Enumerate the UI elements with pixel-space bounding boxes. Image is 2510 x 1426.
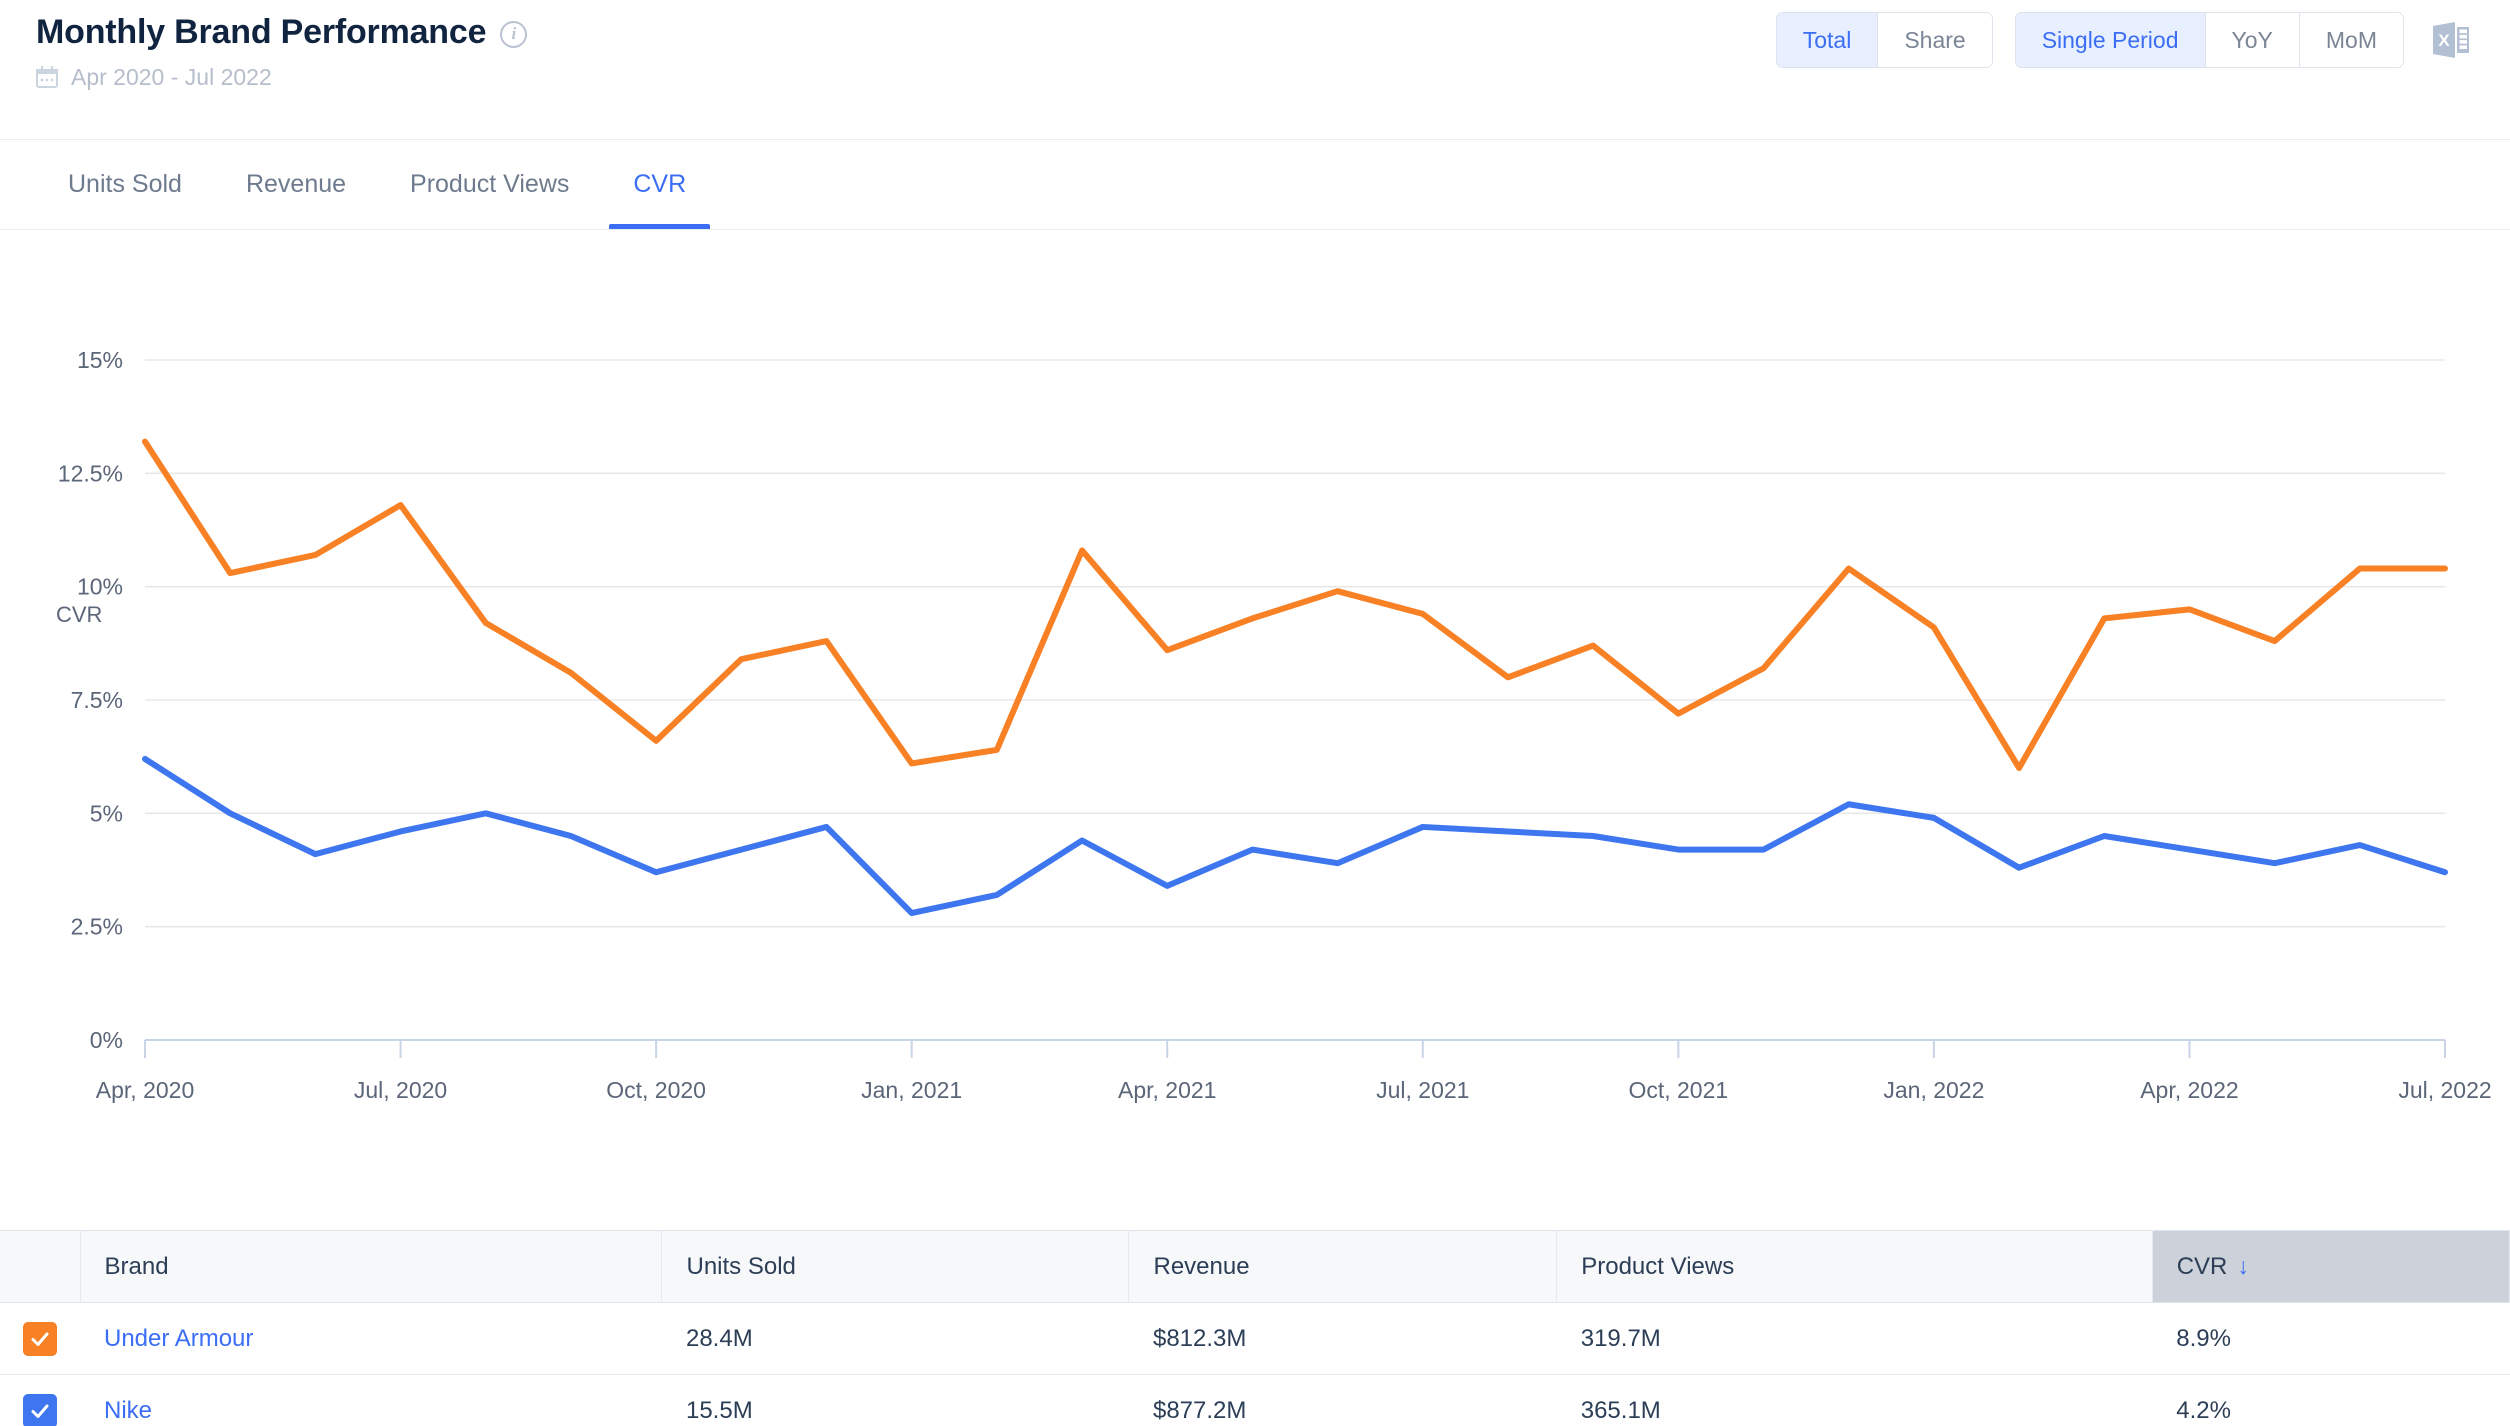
tab-units-sold[interactable]: Units Sold xyxy=(36,140,214,229)
svg-text:12.5%: 12.5% xyxy=(58,460,123,486)
column-header-cvr-label: CVR xyxy=(2176,1252,2228,1280)
brand-link-nike[interactable]: Nike xyxy=(104,1397,152,1424)
svg-text:Apr, 2021: Apr, 2021 xyxy=(1118,1077,1216,1103)
table-row[interactable]: Under Armour 28.4M $812.3M 319.7M 8.9% xyxy=(0,1302,2510,1375)
brand-link-under-armour[interactable]: Under Armour xyxy=(104,1325,253,1352)
svg-text:X: X xyxy=(2438,31,2450,50)
svg-text:Jul, 2020: Jul, 2020 xyxy=(354,1077,447,1103)
cell-revenue: $877.2M xyxy=(1128,1374,1557,1426)
svg-text:Jan, 2021: Jan, 2021 xyxy=(861,1077,962,1103)
metric-tabs: Units Sold Revenue Product Views CVR xyxy=(0,140,2510,230)
column-header-units-sold[interactable]: Units Sold xyxy=(661,1230,1130,1303)
period-mode-yoy[interactable]: YoY xyxy=(2205,13,2300,67)
svg-text:Oct, 2020: Oct, 2020 xyxy=(606,1077,706,1103)
tab-product-views[interactable]: Product Views xyxy=(378,140,601,229)
y-axis-title: CVR xyxy=(56,602,103,627)
tab-cvr[interactable]: CVR xyxy=(601,140,718,229)
metric-mode-toggle: Total Share xyxy=(1775,12,1993,68)
column-header-cvr[interactable]: CVR ↓ xyxy=(2152,1230,2510,1303)
column-header-revenue[interactable]: Revenue xyxy=(1128,1230,1558,1303)
metric-mode-total[interactable]: Total xyxy=(1776,13,1879,67)
column-header-product-views[interactable]: Product Views xyxy=(1556,1230,2153,1303)
cell-cvr: 8.9% xyxy=(2152,1302,2510,1375)
row-checkbox-nike[interactable] xyxy=(23,1393,57,1426)
cell-units-sold: 15.5M xyxy=(661,1374,1129,1426)
brand-table: Brand Units Sold Revenue Product Views C… xyxy=(0,1230,2510,1426)
cell-cvr: 4.2% xyxy=(2152,1374,2510,1426)
period-mode-single-period[interactable]: Single Period xyxy=(2015,13,2206,67)
svg-text:15%: 15% xyxy=(77,347,123,373)
row-checkbox-cell xyxy=(0,1374,80,1426)
calendar-icon xyxy=(36,66,58,89)
row-checkbox-under-armour[interactable] xyxy=(23,1321,57,1356)
svg-text:Jan, 2022: Jan, 2022 xyxy=(1883,1077,1984,1103)
row-checkbox-cell xyxy=(0,1302,80,1375)
period-mode-toggle: Single Period YoY MoM xyxy=(2014,12,2404,68)
cell-brand: Under Armour xyxy=(80,1302,662,1375)
date-range-label: Apr 2020 - Jul 2022 xyxy=(71,63,272,90)
header-controls: Total Share Single Period YoY MoM X xyxy=(1775,12,2476,68)
svg-text:10%: 10% xyxy=(77,574,123,600)
metric-mode-share[interactable]: Share xyxy=(1878,13,1992,67)
cell-revenue: $812.3M xyxy=(1128,1302,1557,1375)
cell-brand: Nike xyxy=(80,1374,662,1426)
svg-text:Oct, 2021: Oct, 2021 xyxy=(1628,1077,1728,1103)
table-header-row: Brand Units Sold Revenue Product Views C… xyxy=(0,1230,2510,1303)
table-body: Under Armour 28.4M $812.3M 319.7M 8.9% N… xyxy=(0,1302,2510,1426)
brand-performance-panel: Monthly Brand Performance i Apr 2020 - J… xyxy=(0,0,2510,1426)
table-row[interactable]: Nike 15.5M $877.2M 365.1M 4.2% xyxy=(0,1374,2510,1426)
tab-revenue[interactable]: Revenue xyxy=(214,140,378,229)
cvr-line-chart: CVR 0% 2.5% 5% 7.5% 10% 12.5% 15% Apr, 2020 Jul,… xyxy=(0,230,2510,1230)
cell-product-views: 319.7M xyxy=(1556,1302,2153,1375)
info-icon[interactable]: i xyxy=(500,20,528,48)
svg-text:Jul, 2022: Jul, 2022 xyxy=(2398,1077,2491,1103)
page-title: Monthly Brand Performance xyxy=(36,13,487,51)
svg-text:Apr, 2020: Apr, 2020 xyxy=(96,1077,194,1103)
svg-text:7.5%: 7.5% xyxy=(71,687,123,713)
excel-export-icon[interactable]: X xyxy=(2426,15,2476,65)
svg-text:Apr, 2022: Apr, 2022 xyxy=(2140,1077,2238,1103)
cell-product-views: 365.1M xyxy=(1556,1374,2153,1426)
svg-text:0%: 0% xyxy=(90,1027,123,1053)
svg-text:2.5%: 2.5% xyxy=(71,914,123,940)
svg-text:5%: 5% xyxy=(90,800,123,826)
svg-text:Jul, 2021: Jul, 2021 xyxy=(1376,1077,1469,1103)
panel-header: Monthly Brand Performance i Apr 2020 - J… xyxy=(0,0,2510,140)
column-header-brand[interactable]: Brand xyxy=(80,1230,663,1303)
table-header: Brand Units Sold Revenue Product Views C… xyxy=(0,1230,2510,1303)
sort-desc-icon: ↓ xyxy=(2237,1252,2249,1279)
cell-units-sold: 28.4M xyxy=(661,1302,1129,1375)
column-header-checkbox xyxy=(0,1230,81,1303)
period-mode-mom[interactable]: MoM xyxy=(2299,13,2403,67)
chart-plot-area[interactable]: 0% 2.5% 5% 7.5% 10% 12.5% 15% Apr, 2020 Jul, 202… xyxy=(0,230,2510,1230)
